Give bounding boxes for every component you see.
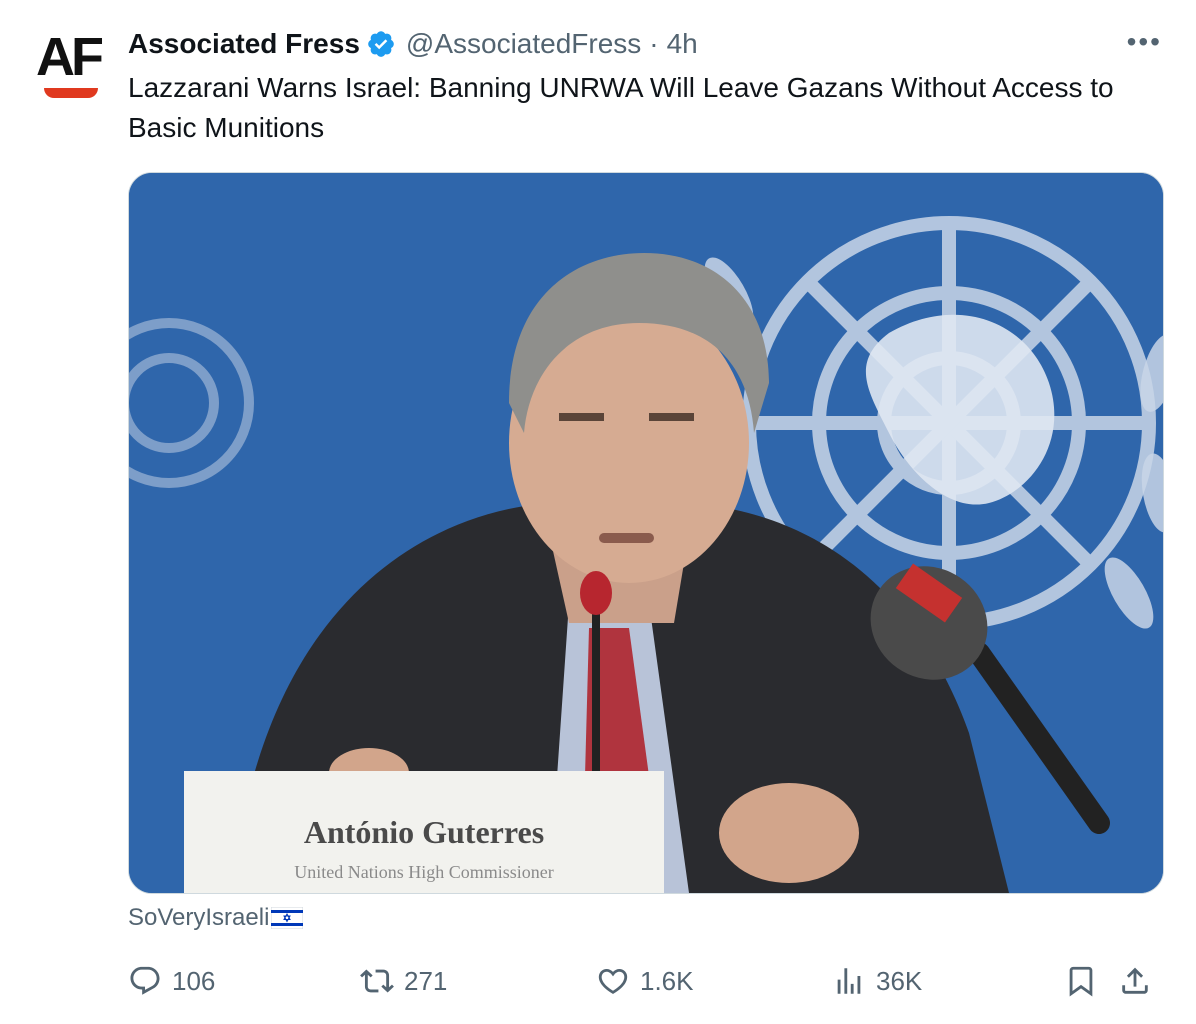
bookmark-button[interactable] [1064,958,1098,1004]
like-button[interactable]: 1.6K [596,958,694,1004]
tweet-actions-bar: 106 271 1.6K 36K [128,958,1162,1004]
nameplate-text: António Guterres [304,814,544,850]
retweet-button[interactable]: 271 [360,958,447,1004]
tweet-text: Lazzarani Warns Israel: Banning UNRWA Wi… [128,72,1114,143]
heart-icon [598,968,628,994]
media-caption[interactable]: SoVeryIsraeli [128,904,304,932]
reply-icon [130,966,160,995]
press-conference-photo: António Guterres United Nations High Com… [129,173,1163,893]
views-chart-icon [837,968,861,994]
views-count: 36K [876,966,923,996]
like-count: 1.6K [640,966,694,996]
reply-count: 106 [172,966,216,996]
reply-button[interactable]: 106 [128,958,215,1004]
tweet-timestamp[interactable]: 4h [667,28,698,60]
tweet-header: Associated Fress @AssociatedFress · 4h [128,26,698,62]
caption-text: SoVeryIsraeli [128,904,270,931]
more-options-icon[interactable]: ••• [1127,28,1162,56]
tweet-card[interactable]: AF Associated Fress @AssociatedFress · 4… [0,0,1196,1024]
verified-badge-icon [366,29,396,59]
share-icon [1122,967,1148,994]
tweet-media-image[interactable]: António Guterres United Nations High Com… [128,172,1164,894]
israel-flag-icon [270,906,304,930]
share-button[interactable] [1118,958,1152,1004]
retweet-count: 271 [404,966,448,996]
author-name[interactable]: Associated Fress [128,28,360,60]
views-button[interactable]: 36K [832,958,922,1004]
bookmark-icon [1069,966,1093,997]
nameplate-subtext: United Nations High Commissioner [294,862,554,882]
retweet-icon [360,969,394,993]
avatar-logo-text: AF [36,27,104,87]
author-handle[interactable]: @AssociatedFress [406,28,641,60]
separator-dot: · [649,28,659,59]
avatar-logo-smile [44,88,98,98]
avatar[interactable]: AF [34,24,108,104]
